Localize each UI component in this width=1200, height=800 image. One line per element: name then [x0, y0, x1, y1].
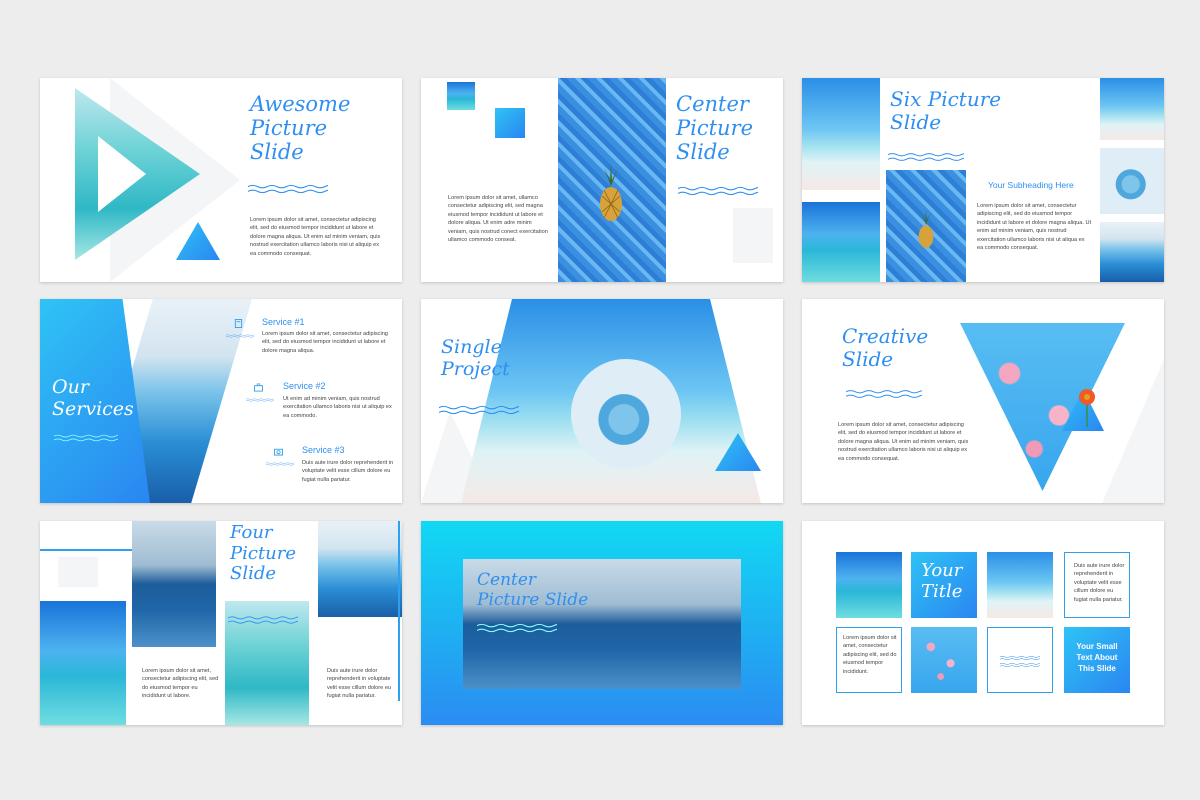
body-text: Lorem ipsum dolor sit amet, ullamco cons…	[448, 195, 548, 244]
photo-bottom-2	[911, 627, 977, 693]
small-triangle	[176, 222, 220, 260]
photo-bottom-right	[1100, 222, 1164, 282]
photo-top-left	[802, 78, 880, 190]
slide-your-title-grid[interactable]: Your Title Duis aute irure dolor reprehen…	[802, 521, 1164, 725]
wave-divider	[846, 387, 922, 401]
wave-divider	[477, 621, 557, 635]
slide-four-picture[interactable]: Four Picture Slide Lorem ipsum dolor sit a…	[40, 521, 402, 725]
subheading: Your Subheading Here	[988, 180, 1074, 190]
wave-mark	[246, 396, 274, 404]
photo-wake	[132, 521, 216, 647]
photo-glacier	[318, 521, 402, 617]
body-text: Lorem ipsum dolor sit amet, consectetur …	[250, 217, 381, 257]
wave-divider	[678, 184, 758, 198]
text-bottom-left: Lorem ipsum dolor sit amet, consectetur …	[843, 635, 897, 675]
accent-square	[495, 108, 525, 138]
wave-mark	[266, 460, 294, 468]
photo-bottom-left	[802, 202, 880, 282]
blossom-photo	[960, 323, 1125, 491]
body-text-right: Duis aute irure dolor reprehenderit in v…	[327, 668, 392, 700]
camera-icon	[274, 448, 283, 456]
slide-title: Our Services	[52, 376, 134, 420]
photo-top-3	[987, 552, 1053, 618]
wave-divider	[54, 431, 118, 445]
pineapple-icon	[600, 164, 622, 221]
slide-our-services[interactable]: Our Services Service #1 Lorem ipsum dolor…	[40, 299, 402, 503]
service-2-label: Service #2	[283, 381, 326, 391]
text-top-right: Duis aute irure dolor reprehenderit in v…	[1074, 563, 1125, 603]
body-text-left: Lorem ipsum dolor sit amet, consectetur …	[142, 668, 219, 700]
slide-title: Center Picture Slide	[676, 92, 754, 165]
background-shape	[1102, 359, 1164, 503]
wave-divider	[439, 403, 519, 417]
suitcase-icon	[254, 383, 263, 392]
cta-text: Your Small Text About This Slide	[1076, 642, 1118, 673]
photo-top-right	[1100, 78, 1164, 140]
slide-title: Awesome Picture Slide	[250, 92, 351, 165]
slide-center-picture-gradient[interactable]: Center Picture Slide	[421, 521, 783, 725]
slide-center-picture[interactable]: Center Picture Slide Lorem ipsum dolor sit…	[421, 78, 783, 282]
slide-title: Single Project	[441, 336, 510, 380]
service-2-body: Ut enim ad minim veniam, quis nostrud ex…	[283, 396, 392, 419]
book-icon	[234, 319, 243, 328]
slide-title: Six Picture Slide	[890, 87, 1002, 134]
photo-middle-right	[1100, 148, 1164, 214]
slide-awesome-picture[interactable]: Awesome Picture Slide Lorem ipsum dolor si…	[40, 78, 402, 282]
accent-line	[398, 521, 400, 701]
wave-mark	[226, 332, 254, 340]
photo-top-1	[836, 552, 902, 618]
pineapple-icon	[918, 210, 934, 248]
photo-center	[886, 170, 966, 282]
slide-title: Center Picture Slide	[477, 570, 589, 610]
accent-line	[40, 549, 132, 551]
slide-single-project[interactable]: Single Project	[421, 299, 783, 503]
slide-creative[interactable]: Creative Slide Lorem ipsum dolor sit amet…	[802, 299, 1164, 503]
small-photo	[447, 82, 475, 110]
body-text: Lorem ipsum dolor sit amet, consectetur …	[977, 203, 1092, 252]
wave-divider	[888, 150, 964, 164]
photo-left	[40, 601, 126, 725]
wave-divider	[248, 182, 328, 196]
body-text: Lorem ipsum dolor sit amet, consectetur …	[838, 422, 969, 462]
slide-title: Four Picture Slide	[230, 522, 297, 585]
hat-photo	[571, 359, 681, 469]
pool-photo	[558, 78, 666, 282]
flower-icon	[1079, 389, 1095, 427]
slide-title: Your Title	[921, 560, 963, 602]
service-3-body: Duis aute irure dolor reprehenderit in v…	[302, 460, 394, 483]
service-3-label: Service #3	[302, 445, 345, 455]
service-1-label: Service #1	[262, 317, 305, 327]
slide-six-picture[interactable]: Six Picture Slide Your Subheading Here Lo…	[802, 78, 1164, 282]
background-square	[58, 557, 98, 587]
background-square	[733, 208, 773, 263]
service-1-body: Lorem ipsum dolor sit amet, consectetur …	[262, 331, 388, 354]
slide-title: Creative Slide	[842, 324, 929, 371]
wave-mark	[1000, 661, 1040, 669]
wave-divider	[228, 613, 298, 627]
